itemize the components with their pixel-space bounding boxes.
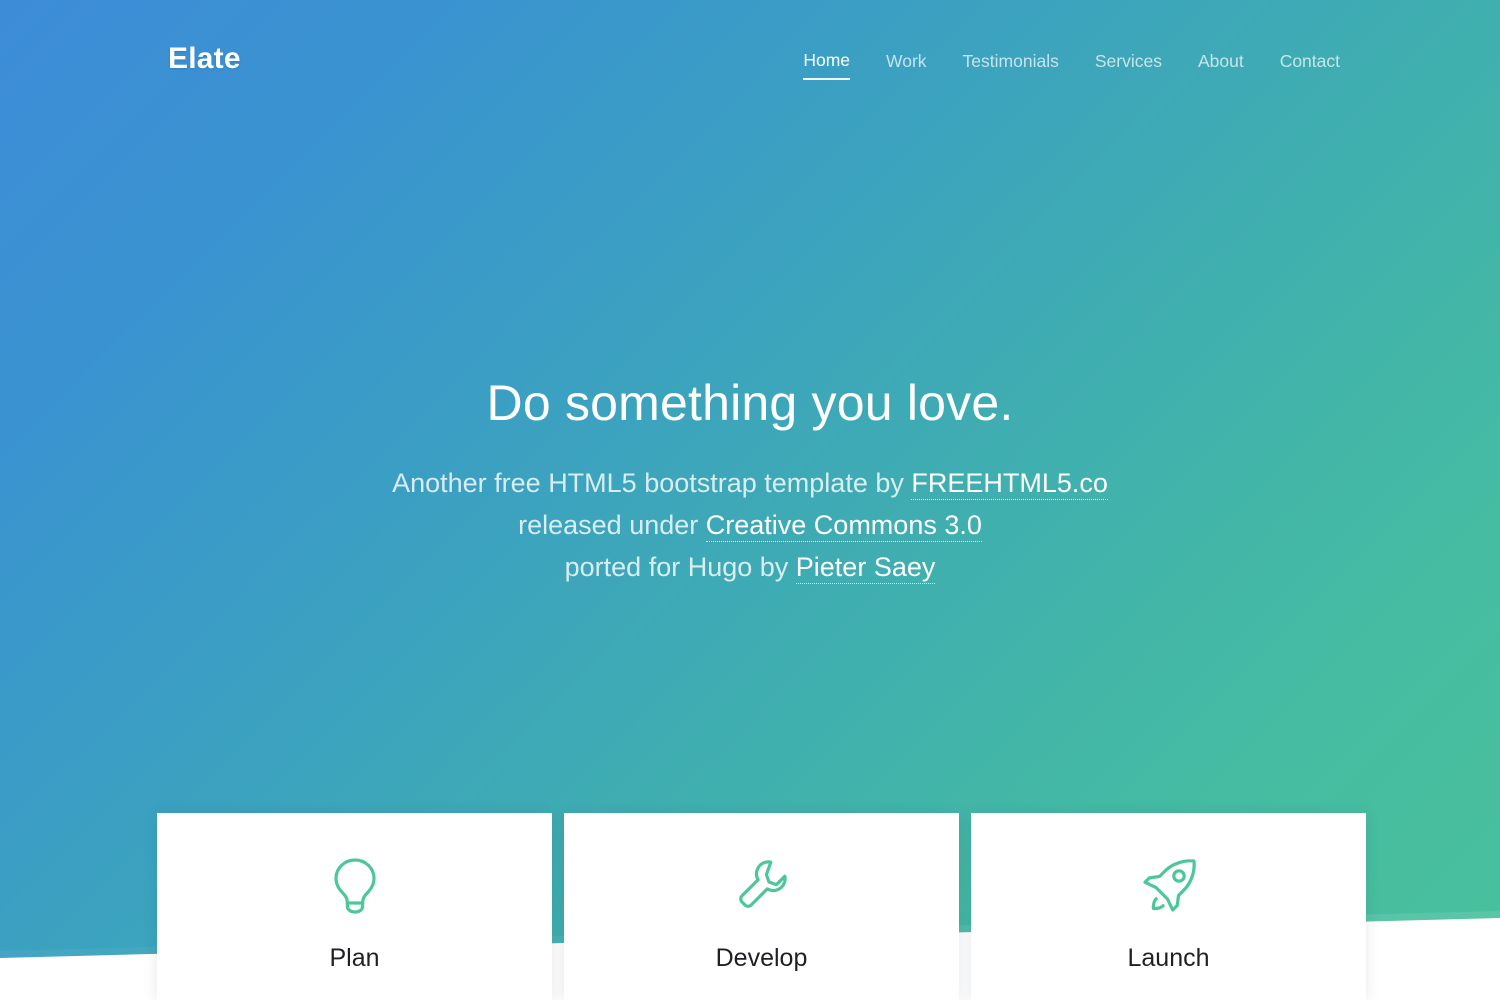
feature-card-label: Launch bbox=[1127, 944, 1210, 972]
main-navigation: Home Work Testimonials Services About Co… bbox=[803, 48, 1340, 80]
hero-subtitle-line-3: ported for Hugo by Pieter Saey bbox=[0, 546, 1500, 588]
hero-subtitle-text-3: ported for Hugo by bbox=[564, 552, 796, 582]
link-pieter-saey[interactable]: Pieter Saey bbox=[795, 552, 936, 584]
link-creative-commons[interactable]: Creative Commons 3.0 bbox=[705, 510, 982, 542]
hero-subtitle-line-1: Another free HTML5 bootstrap template by… bbox=[0, 462, 1500, 504]
feature-card-develop[interactable]: Develop bbox=[564, 813, 959, 1000]
feature-card-plan[interactable]: Plan bbox=[157, 813, 552, 1000]
nav-item-contact[interactable]: Contact bbox=[1280, 49, 1340, 79]
nav-item-work[interactable]: Work bbox=[886, 49, 927, 79]
feature-card-launch[interactable]: Launch bbox=[971, 813, 1366, 1000]
hero-subtitle-text-1: Another free HTML5 bootstrap template by bbox=[392, 468, 912, 498]
site-logo[interactable]: Elate bbox=[168, 42, 241, 76]
lightbulb-icon bbox=[324, 855, 386, 917]
page-root: Elate Home Work Testimonials Services Ab… bbox=[0, 0, 1500, 1000]
hero-heading: Do something you love. bbox=[486, 375, 1014, 431]
hero-subtitle: Another free HTML5 bootstrap template by… bbox=[0, 462, 1500, 588]
wrench-icon bbox=[731, 855, 793, 917]
site-header: Elate Home Work Testimonials Services Ab… bbox=[0, 0, 1500, 120]
feature-card-label: Plan bbox=[329, 944, 380, 972]
nav-item-home[interactable]: Home bbox=[803, 48, 851, 80]
link-freehtml5[interactable]: FREEHTML5.co bbox=[911, 468, 1108, 500]
nav-item-services[interactable]: Services bbox=[1095, 49, 1162, 79]
hero-subtitle-line-2: released under Creative Commons 3.0 bbox=[0, 504, 1500, 546]
feature-cards: Plan Develop Launch bbox=[157, 813, 1366, 1000]
nav-item-about[interactable]: About bbox=[1198, 49, 1244, 79]
hero-subtitle-text-2: released under bbox=[518, 510, 706, 540]
feature-card-label: Develop bbox=[715, 944, 808, 972]
nav-item-testimonials[interactable]: Testimonials bbox=[963, 49, 1059, 79]
rocket-icon bbox=[1138, 855, 1200, 917]
